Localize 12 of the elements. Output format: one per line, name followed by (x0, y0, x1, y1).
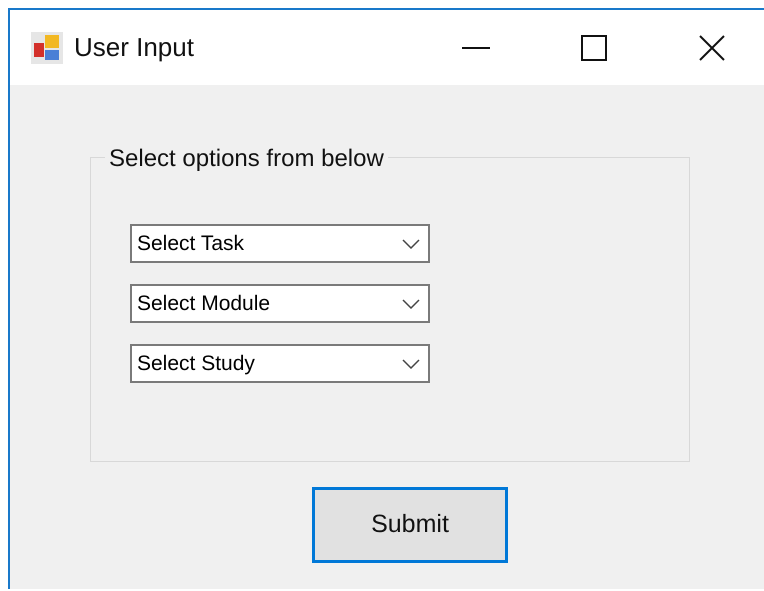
chevron-down-icon (402, 238, 420, 248)
window-title: User Input (74, 31, 194, 64)
dropdown[interactable]: Select Module (130, 284, 430, 323)
chevron-down-icon (402, 298, 420, 308)
submit-button[interactable]: Submit (312, 487, 508, 563)
maximize-icon[interactable] (581, 34, 607, 60)
dropdown[interactable]: Select Task (130, 224, 430, 263)
app-icon (30, 30, 64, 64)
chevron-down-icon (402, 358, 420, 368)
minimize-icon[interactable] (462, 46, 490, 48)
close-icon[interactable] (699, 34, 725, 60)
dropdown[interactable]: Select Study (130, 344, 430, 383)
